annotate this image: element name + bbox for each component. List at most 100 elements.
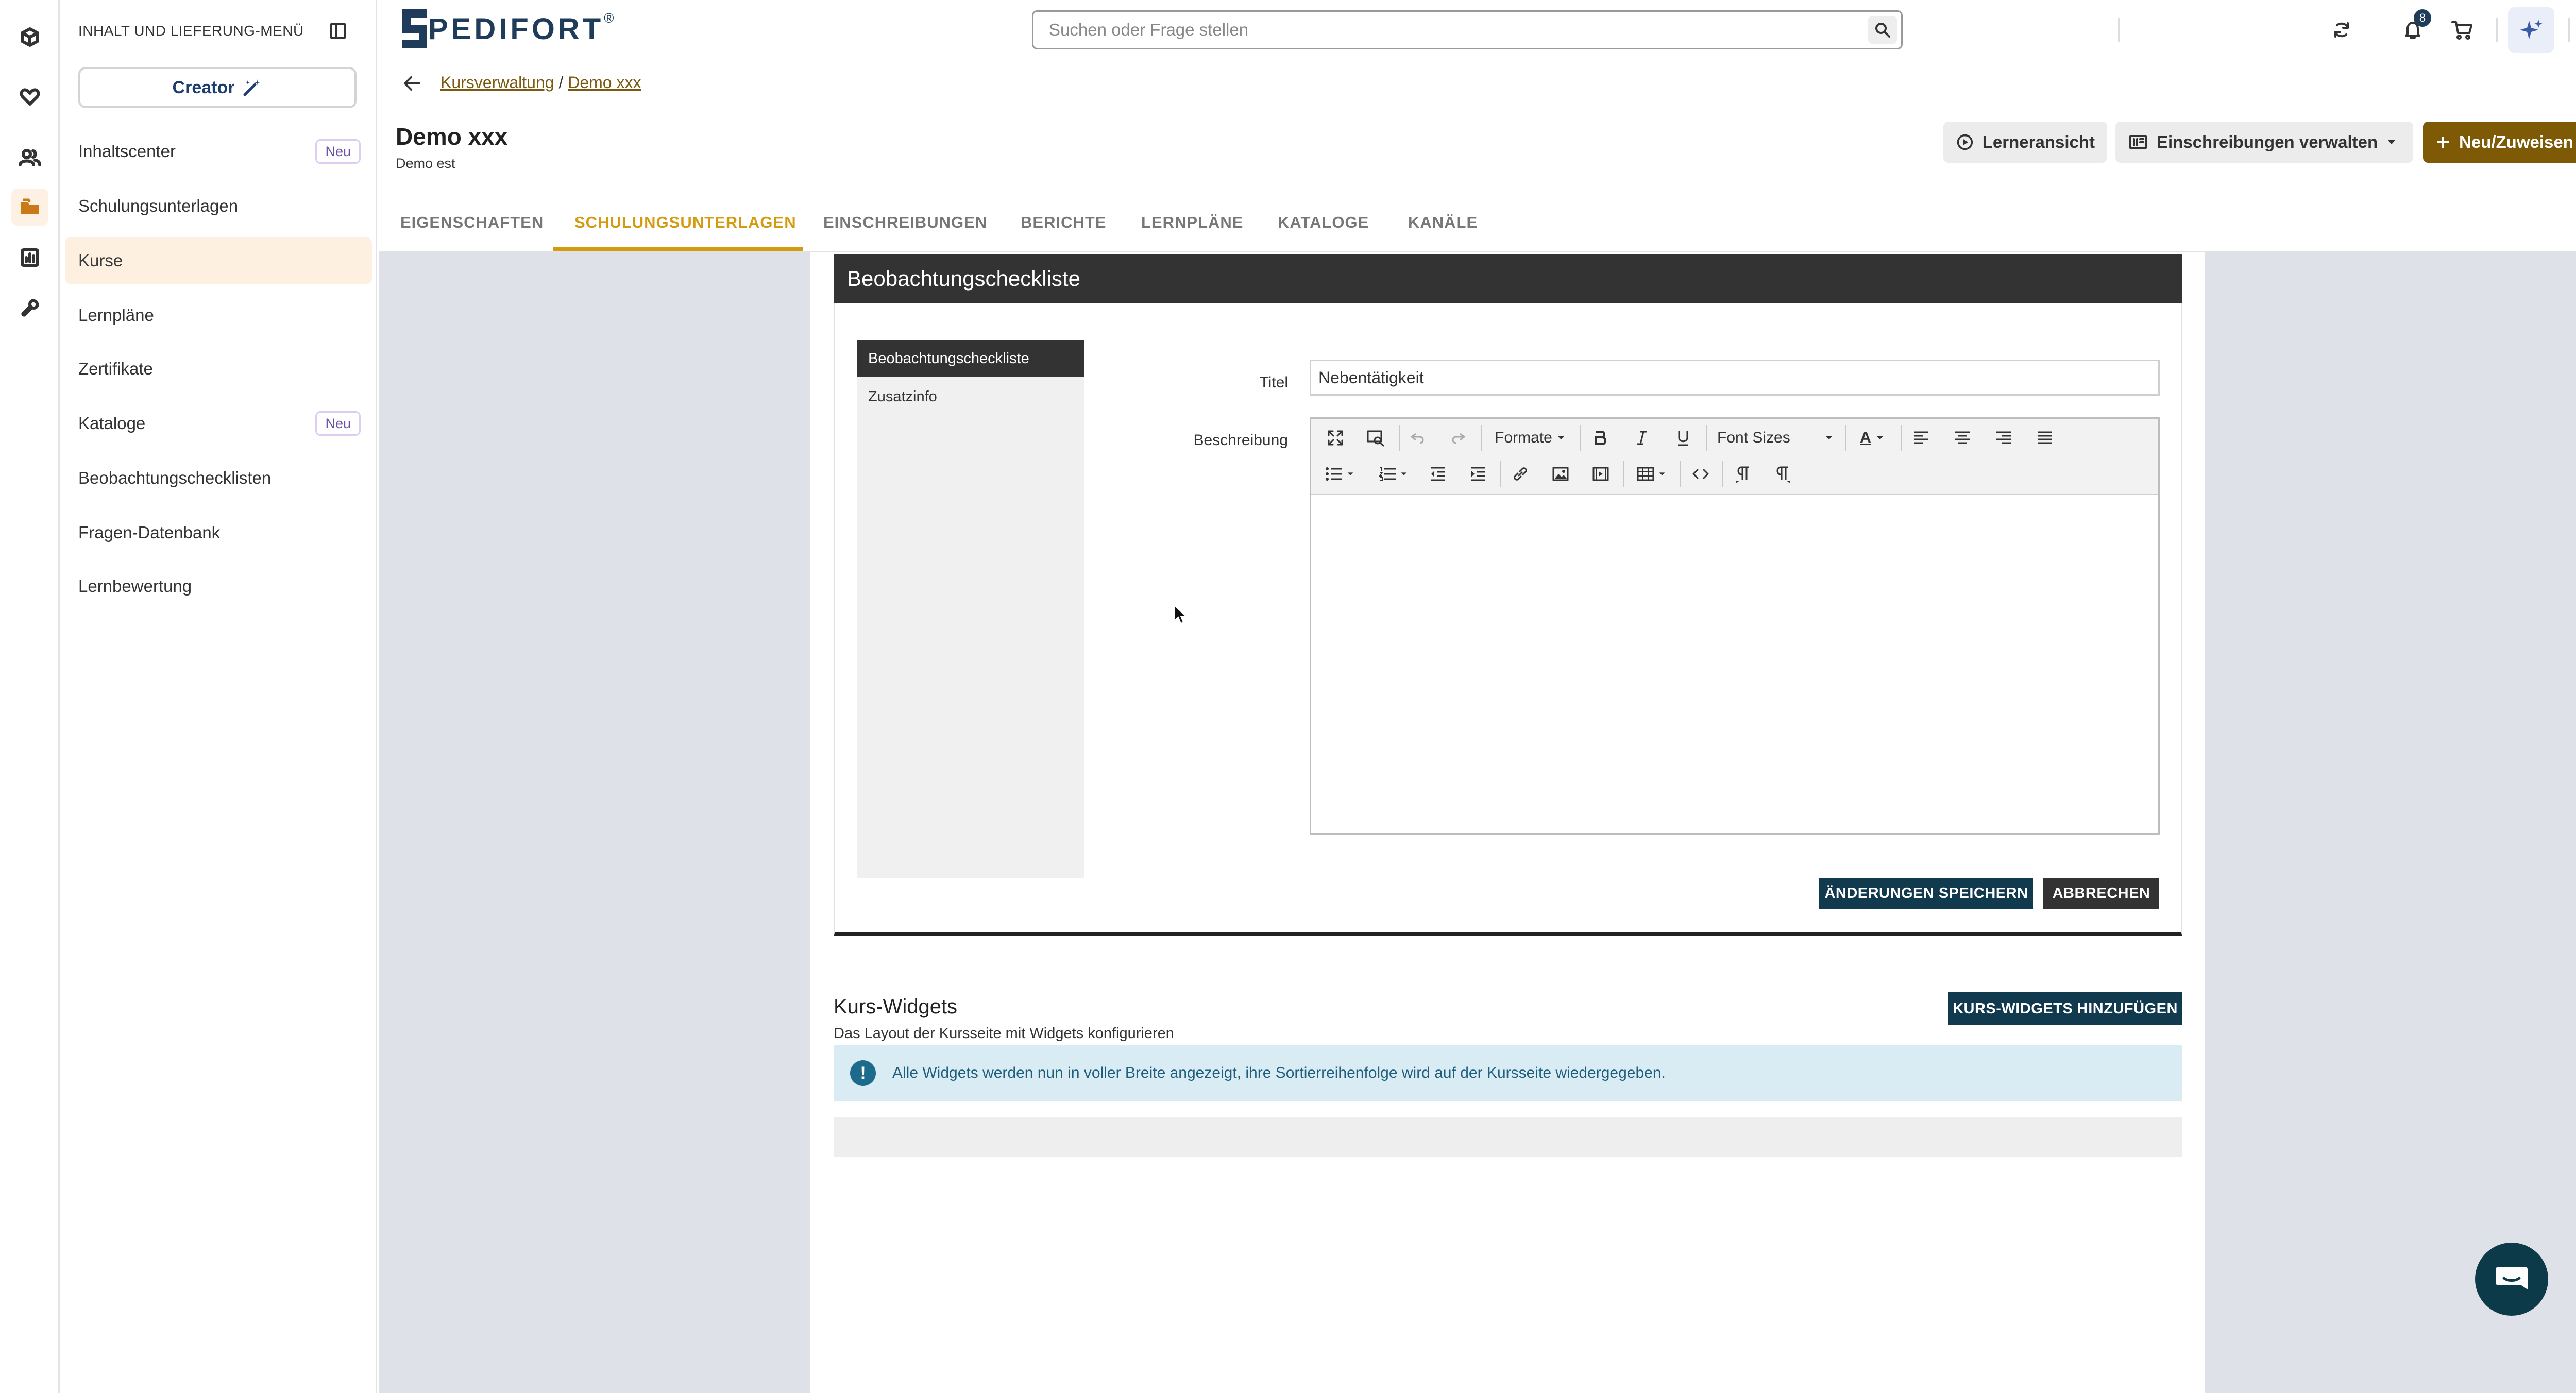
link-icon xyxy=(1514,467,1527,481)
save-changes-button[interactable]: ÄNDERUNGEN SPEICHERN xyxy=(1819,878,2033,909)
caret-down-icon xyxy=(1401,472,1407,475)
sidebar-item-beobachtungschecklisten[interactable]: Beobachtungschecklisten xyxy=(65,454,372,502)
italic-button[interactable] xyxy=(1625,422,1658,454)
toolbar-separator xyxy=(1399,425,1400,451)
sidebar-item-fragen-datenbank[interactable]: Fragen-Datenbank xyxy=(65,509,372,556)
notifications-button[interactable]: 8 xyxy=(2397,9,2431,45)
sidebar-toggle-button[interactable] xyxy=(328,21,348,41)
breadcrumb-link-kursverwaltung[interactable]: Kursverwaltung xyxy=(440,73,554,92)
table-icon xyxy=(1637,467,1654,481)
creator-button[interactable]: Creator xyxy=(78,67,357,108)
source-code-button[interactable] xyxy=(1684,458,1717,490)
sidebar-item-label: Lernpläne xyxy=(78,305,154,325)
search-button[interactable] xyxy=(1868,16,1897,44)
sparkle-icon xyxy=(2520,20,2543,39)
sidebar-item-lernbewertung[interactable]: Lernbewertung xyxy=(65,563,372,610)
back-button[interactable] xyxy=(401,72,423,95)
logo-s-mark-icon xyxy=(402,9,427,48)
indent-button[interactable] xyxy=(1462,458,1495,490)
sidebar-item-schulungsunterlagen[interactable]: Schulungsunterlagen xyxy=(65,182,372,230)
top-bar: PEDIFORT ® Suchen oder Frage stellen 8 M… xyxy=(379,0,2576,60)
redo-button[interactable] xyxy=(1442,422,1474,454)
breadcrumb-link-demo[interactable]: Demo xxx xyxy=(568,73,641,92)
align-center-button[interactable] xyxy=(1946,422,1979,454)
underline-icon xyxy=(1678,431,1688,446)
cart-button[interactable] xyxy=(2447,14,2478,45)
title-input[interactable]: Nebentätigkeit xyxy=(1310,360,2160,396)
manage-enrollments-button[interactable]: Einschreibungen verwalten xyxy=(2115,122,2413,163)
sidebar-item-lernplaene[interactable]: Lernpläne xyxy=(65,292,372,339)
bullet-list-icon xyxy=(1326,467,1342,481)
ai-assistant-button[interactable] xyxy=(2508,7,2554,53)
tab-einschreibungen[interactable]: EINSCHREIBUNGEN xyxy=(823,213,987,232)
users-icon xyxy=(19,149,41,166)
nav-item-zusatzinfo[interactable]: Zusatzinfo xyxy=(857,378,1084,415)
outdent-button[interactable] xyxy=(1421,458,1454,490)
sidebar-item-zertifikate[interactable]: Zertifikate xyxy=(65,345,372,393)
tab-lernplaene[interactable]: LERNPLÄNE xyxy=(1141,213,1243,232)
caret-down-icon xyxy=(1876,436,1883,439)
tab-kataloge[interactable]: KATALOGE xyxy=(1278,213,1369,232)
numbered-list-dropdown[interactable] xyxy=(1370,458,1416,490)
tab-schulungsunterlagen[interactable]: SCHULUNGSUNTERLAGEN xyxy=(574,213,796,232)
align-right-button[interactable] xyxy=(1987,422,2020,454)
refresh-icon xyxy=(2334,22,2349,38)
rail-reports-button[interactable] xyxy=(11,239,48,276)
font-sizes-dropdown[interactable]: Font Sizes xyxy=(1710,422,1841,454)
undo-icon xyxy=(1410,433,1424,444)
ltr-paragraph-button[interactable] xyxy=(1726,458,1759,490)
formats-dropdown[interactable]: Formate xyxy=(1485,422,1575,454)
toolbar-separator xyxy=(1901,425,1902,451)
refresh-button[interactable] xyxy=(2326,14,2357,45)
sidebar-item-inhaltscenter[interactable]: Inhaltscenter Neu xyxy=(65,128,372,175)
sidebar-item-label: Kataloge xyxy=(78,414,146,433)
insert-image-button[interactable] xyxy=(1544,458,1577,490)
alert-message: Alle Widgets werden nun in voller Breite… xyxy=(892,1064,1666,1081)
logo-text: PEDIFORT xyxy=(428,12,604,46)
learner-view-button[interactable]: Lerneransicht xyxy=(1943,122,2107,163)
sidebar-item-kataloge[interactable]: Kataloge Neu xyxy=(65,400,372,447)
spedifort-logo[interactable]: PEDIFORT ® xyxy=(399,7,614,50)
add-course-widgets-button[interactable]: KURS-WIDGETS HINZUFÜGEN xyxy=(1948,992,2182,1025)
nav-item-beobachtungscheckliste[interactable]: Beobachtungscheckliste xyxy=(857,340,1084,377)
bold-button[interactable] xyxy=(1584,422,1617,454)
insert-link-button[interactable] xyxy=(1504,458,1537,490)
fullscreen-button[interactable] xyxy=(1319,422,1351,454)
align-left-button[interactable] xyxy=(1905,422,1938,454)
rail-users-button[interactable] xyxy=(11,139,48,176)
sidebar-item-kurse[interactable]: Kurse xyxy=(65,237,372,284)
tools-icon xyxy=(21,299,39,317)
table-dropdown[interactable] xyxy=(1628,458,1675,490)
align-justify-button[interactable] xyxy=(2028,422,2061,454)
sidebar-collapse-icon xyxy=(330,23,346,39)
rail-content-button[interactable] xyxy=(11,189,48,226)
rail-cube-button[interactable] xyxy=(11,19,48,56)
undo-button[interactable] xyxy=(1402,422,1434,454)
underline-button[interactable] xyxy=(1667,422,1700,454)
info-icon: ! xyxy=(850,1060,876,1086)
tab-eigenschaften[interactable]: EIGENSCHAFTEN xyxy=(400,213,544,232)
chat-support-button[interactable] xyxy=(2475,1243,2548,1316)
tab-berichte[interactable]: BERICHTE xyxy=(1021,213,1106,232)
new-badge: Neu xyxy=(315,139,361,164)
new-assign-button[interactable]: Neu/Zuweisen xyxy=(2423,122,2576,163)
search-input[interactable]: Suchen oder Frage stellen xyxy=(1032,10,1903,49)
insert-media-button[interactable] xyxy=(1584,458,1617,490)
media-icon xyxy=(1592,467,1609,481)
rail-heart-button[interactable] xyxy=(11,78,48,115)
caret-down-icon xyxy=(1347,472,1353,475)
font-color-dropdown[interactable]: A xyxy=(1849,422,1895,454)
learner-view-label: Lerneransicht xyxy=(1982,132,2095,151)
bullet-list-dropdown[interactable] xyxy=(1316,458,1363,490)
toolbar-divider xyxy=(2118,18,2120,42)
tab-kanaele[interactable]: KANÄLE xyxy=(1408,213,1478,232)
rtl-paragraph-button[interactable] xyxy=(1767,458,1800,490)
find-replace-button[interactable] xyxy=(1360,422,1392,454)
sidebar-item-label: Inhaltscenter xyxy=(78,142,176,161)
toolbar-separator xyxy=(1706,425,1707,451)
editor-content-area[interactable] xyxy=(1311,495,2158,833)
caret-down-icon xyxy=(1659,472,1665,475)
outdent-icon xyxy=(1431,467,1445,481)
cancel-button[interactable]: ABBRECHEN xyxy=(2043,878,2159,909)
rail-tools-button[interactable] xyxy=(11,290,48,327)
